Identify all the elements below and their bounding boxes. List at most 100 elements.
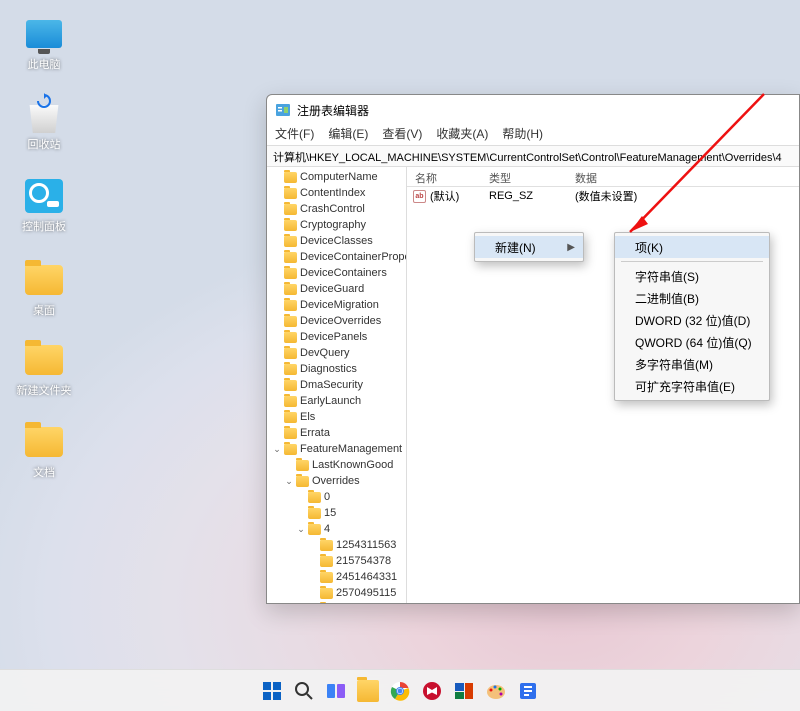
- tree-item-label: Overrides: [312, 475, 360, 487]
- tree-item[interactable]: ›DeviceOverrides: [267, 313, 406, 329]
- folder-icon: [284, 332, 297, 343]
- tree-item-label: Diagnostics: [300, 363, 357, 375]
- ctx-item-label: 新建(N): [495, 239, 536, 256]
- ctx-sub-item[interactable]: QWORD (64 位)值(Q): [615, 331, 769, 353]
- tree-item[interactable]: ›DevQuery: [267, 345, 406, 361]
- tree-view[interactable]: ›ComputerName›ContentIndex›CrashControl›…: [267, 167, 407, 603]
- folder-icon: [284, 252, 297, 263]
- monitor-icon: [26, 20, 62, 48]
- tree-item[interactable]: ›CrashControl: [267, 201, 406, 217]
- tree-item[interactable]: ›2570495115: [267, 585, 406, 601]
- folder-icon: [284, 284, 297, 295]
- value-data: (数值未设置): [567, 188, 799, 204]
- folder-icon: [320, 588, 333, 599]
- context-menu-primary: 新建(N) ▶: [474, 232, 584, 262]
- ctx-item-label: 项(K): [635, 239, 663, 256]
- tree-item[interactable]: ⌄4: [267, 521, 406, 537]
- folder-icon: [308, 508, 321, 519]
- tree-item[interactable]: ⌄ Overrides: [267, 473, 406, 489]
- tree-item-label: DeviceClasses: [300, 235, 373, 247]
- mcafee-button[interactable]: [419, 678, 445, 704]
- tree-item[interactable]: ›DeviceContainers: [267, 265, 406, 281]
- tree-item[interactable]: ›ContentIndex: [267, 185, 406, 201]
- tree-item[interactable]: ›DeviceGuard: [267, 281, 406, 297]
- tree-item[interactable]: ›Errata: [267, 425, 406, 441]
- value-type: REG_SZ: [481, 190, 567, 202]
- menu-view[interactable]: 查看(V): [382, 125, 422, 145]
- tree-item[interactable]: ›215754378: [267, 553, 406, 569]
- menubar: 文件(F) 编辑(E) 查看(V) 收藏夹(A) 帮助(H): [267, 125, 799, 145]
- ctx-sub-item[interactable]: DWORD (32 位)值(D): [615, 309, 769, 331]
- tree-item-label: 2451464331: [336, 571, 397, 583]
- tree-item-label: Cryptography: [300, 219, 366, 231]
- desktop-icon-label: 桌面: [33, 302, 55, 318]
- chevron-icon: ⌄: [297, 524, 305, 535]
- desktop-icon-folder-2[interactable]: 新建文件夹: [16, 340, 72, 398]
- tree-item[interactable]: ⌄FeatureManagement: [267, 441, 406, 457]
- search-button[interactable]: [291, 678, 317, 704]
- ctx-sub-item[interactable]: 项(K): [615, 236, 769, 258]
- menu-edit[interactable]: 编辑(E): [328, 125, 368, 145]
- address-bar[interactable]: 计算机\HKEY_LOCAL_MACHINE\SYSTEM\CurrentCon…: [267, 145, 799, 167]
- tree-item[interactable]: ›DeviceContainerPropertyUpda: [267, 249, 406, 265]
- folder-icon: [25, 265, 63, 295]
- menu-help[interactable]: 帮助(H): [502, 125, 543, 145]
- tree-item[interactable]: ›DmaSecurity: [267, 377, 406, 393]
- tree-item[interactable]: ›DeviceClasses: [267, 233, 406, 249]
- folder-icon: [320, 540, 333, 551]
- start-button[interactable]: [259, 678, 285, 704]
- ctx-sub-item[interactable]: 字符串值(S): [615, 265, 769, 287]
- tree-item[interactable]: ›1254311563: [267, 537, 406, 553]
- tree-item-label: DeviceGuard: [300, 283, 364, 295]
- tree-item[interactable]: ›LastKnownGood: [267, 457, 406, 473]
- tree-item[interactable]: ›15: [267, 505, 406, 521]
- tree-item[interactable]: ›EarlyLaunch: [267, 393, 406, 409]
- desktop-icon-recycle-bin[interactable]: 回收站: [16, 94, 72, 152]
- folder-icon: [284, 364, 297, 375]
- tree-item-label: EarlyLaunch: [300, 395, 361, 407]
- tree-item-label: DmaSecurity: [300, 379, 363, 391]
- ctx-item-label: 可扩充字符串值(E): [635, 378, 735, 395]
- desktop-icon-folder-3[interactable]: 文档: [16, 422, 72, 480]
- ctx-new[interactable]: 新建(N) ▶: [475, 236, 583, 258]
- col-type[interactable]: 类型: [481, 167, 567, 186]
- tree-item-label: ContentIndex: [300, 187, 365, 199]
- col-name[interactable]: 名称: [407, 167, 481, 186]
- list-row[interactable]: ab (默认) REG_SZ (数值未设置): [407, 187, 799, 205]
- folder-icon: [296, 460, 309, 471]
- tree-item[interactable]: ›Cryptography: [267, 217, 406, 233]
- menu-file[interactable]: 文件(F): [275, 125, 314, 145]
- app-button[interactable]: [515, 678, 541, 704]
- task-view-button[interactable]: [323, 678, 349, 704]
- desktop-icon-this-pc[interactable]: 此电脑: [16, 14, 72, 72]
- paint-button[interactable]: [483, 678, 509, 704]
- tree-item[interactable]: ›0: [267, 489, 406, 505]
- desktop-icon-folder-1[interactable]: 桌面: [16, 260, 72, 318]
- ctx-sub-item[interactable]: 可扩充字符串值(E): [615, 375, 769, 397]
- chrome-button[interactable]: [387, 678, 413, 704]
- folder-icon: [284, 204, 297, 215]
- tree-item-label: 15: [324, 507, 336, 519]
- desktop-icon-control-panel[interactable]: 控制面板: [16, 176, 72, 234]
- tree-item-label: 4: [324, 523, 330, 535]
- tree-item[interactable]: ›2755536522: [267, 601, 406, 603]
- menu-favorites[interactable]: 收藏夹(A): [436, 125, 488, 145]
- file-explorer-button[interactable]: [355, 678, 381, 704]
- desktop-icon-label: 新建文件夹: [17, 382, 72, 398]
- col-data[interactable]: 数据: [567, 167, 799, 186]
- tree-item-label: DeviceOverrides: [300, 315, 381, 327]
- office-button[interactable]: [451, 678, 477, 704]
- tree-item[interactable]: ›ComputerName: [267, 169, 406, 185]
- tree-item-label: DeviceContainerPropertyUpda: [300, 251, 407, 263]
- titlebar[interactable]: 注册表编辑器: [267, 95, 799, 125]
- tree-item[interactable]: ›Diagnostics: [267, 361, 406, 377]
- tree-item[interactable]: ›DevicePanels: [267, 329, 406, 345]
- tree-item[interactable]: ›2451464331: [267, 569, 406, 585]
- tree-item[interactable]: ›DeviceMigration: [267, 297, 406, 313]
- ctx-sub-item[interactable]: 多字符串值(M): [615, 353, 769, 375]
- ctx-sub-item[interactable]: 二进制值(B): [615, 287, 769, 309]
- chevron-icon: ⌄: [285, 476, 293, 487]
- desktop-icon-label: 回收站: [28, 136, 61, 152]
- tree-item[interactable]: ›Els: [267, 409, 406, 425]
- taskbar: [0, 669, 800, 711]
